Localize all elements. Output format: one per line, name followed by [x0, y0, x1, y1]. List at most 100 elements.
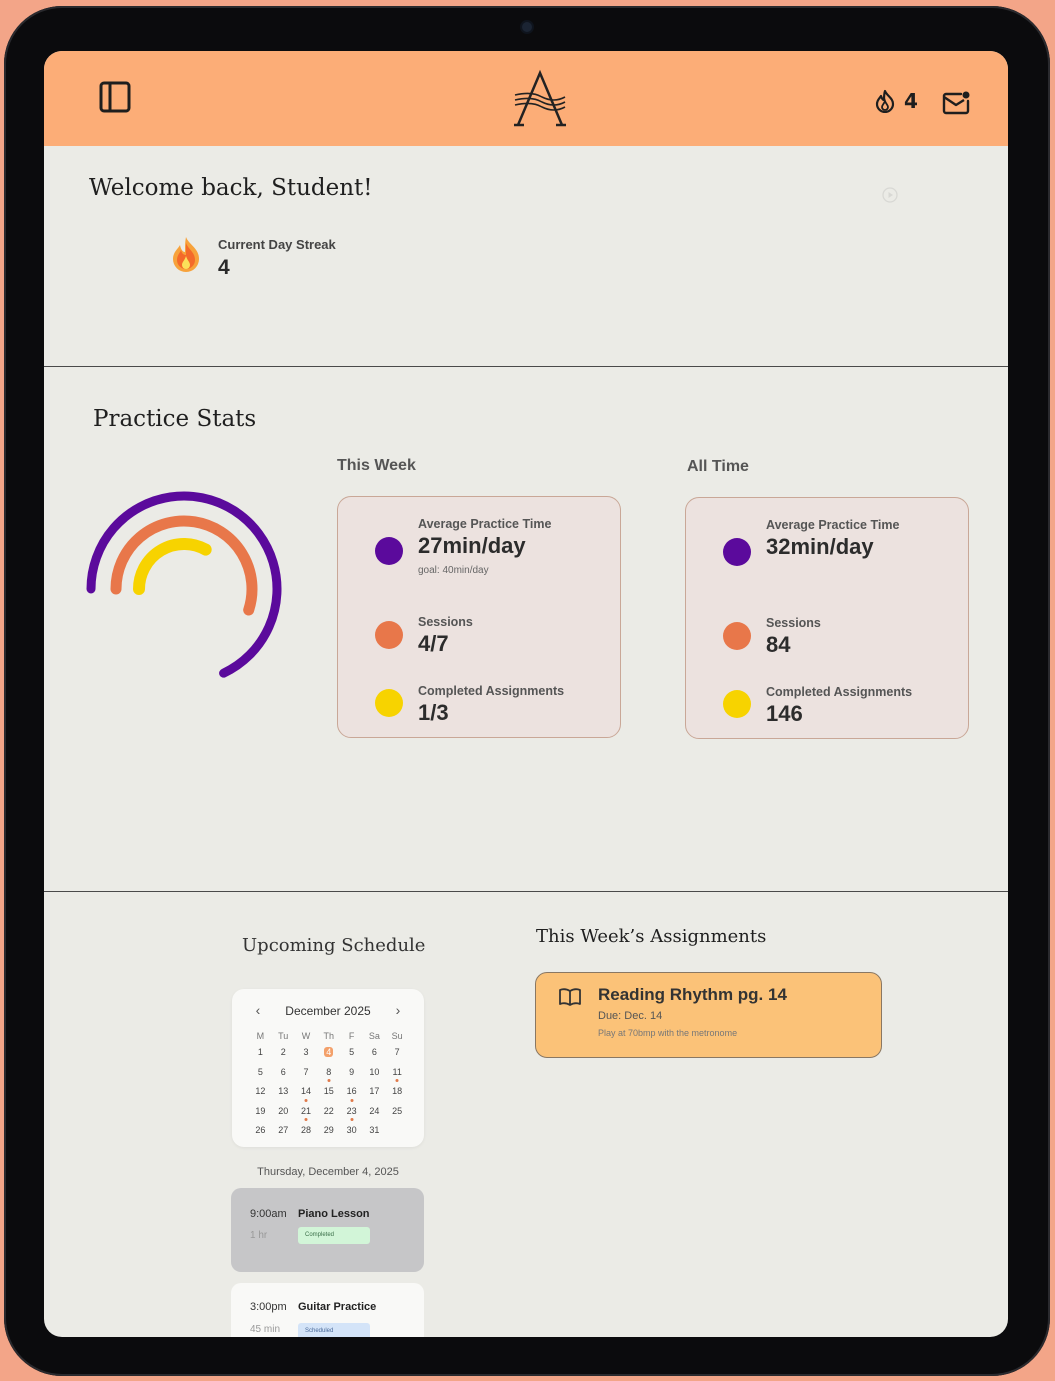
calendar-day-header: Sa [368, 1031, 380, 1041]
event-time: 3:00pm [250, 1301, 287, 1313]
calendar-day[interactable]: 17 [363, 1083, 386, 1103]
event-name: Piano Lesson [298, 1208, 370, 1220]
assignment-title: Reading Rhythm pg. 14 [598, 985, 787, 1004]
upcoming-schedule-title: Upcoming Schedule [242, 935, 426, 956]
calendar-day-header: Su [391, 1031, 403, 1041]
calendar-widget: ‹ December 2025 › M Tu W Th F Sa Su 1 2 3 4 5 6 7 5 6 7 8… [232, 989, 424, 1147]
calendar-day[interactable]: 27 [272, 1122, 295, 1142]
calendar-day-header: W [301, 1031, 311, 1041]
current-streak-card: Current Day Streak 4 [168, 235, 336, 280]
play-circle-icon[interactable] [882, 187, 898, 203]
calendar-day[interactable]: 24 [363, 1103, 386, 1123]
calendar-day[interactable]: 14 [295, 1083, 318, 1103]
assignments-title: This Week’s Assignments [536, 926, 767, 947]
assignments-value: 146 [766, 701, 803, 726]
app-screen: 4 Welcome back, Student! Current Day Str… [44, 51, 1008, 1337]
sessions-label: Sessions [418, 615, 473, 629]
yellow-dot [723, 690, 751, 718]
orange-dot [723, 622, 751, 650]
calendar-day[interactable]: 20 [272, 1103, 295, 1123]
sessions-value: 84 [766, 632, 791, 657]
book-icon [559, 988, 581, 1006]
calendar-day[interactable]: 18 [386, 1083, 409, 1103]
app-logo [514, 69, 566, 127]
calendar-day-header: F [348, 1031, 355, 1041]
event-name: Guitar Practice [298, 1301, 377, 1313]
calendar-day[interactable]: 10 [363, 1064, 386, 1084]
streak-flame-icon [173, 237, 199, 272]
calendar-day[interactable]: 28 [295, 1122, 318, 1142]
yellow-progress-ring [133, 538, 212, 595]
streak-label: Current Day Streak [218, 237, 336, 252]
calendar-day-header: Th [323, 1031, 335, 1041]
front-camera [522, 22, 532, 32]
flame-icon [875, 89, 895, 113]
calendar-day[interactable]: 19 [249, 1103, 272, 1123]
top-bar: 4 [44, 51, 1008, 146]
divider [44, 366, 1008, 367]
calendar-day[interactable]: 25 [386, 1103, 409, 1123]
assignments-label: Completed Assignments [766, 685, 913, 699]
assignments-value: 1/3 [418, 700, 449, 725]
event-card[interactable]: 9:00am Piano Lesson 1 hr Completed [231, 1188, 424, 1272]
calendar-day[interactable]: 11 [386, 1064, 409, 1084]
calendar-day[interactable]: 29 [317, 1122, 340, 1142]
calendar-day[interactable]: 1 [249, 1044, 272, 1064]
this-week-title: This Week [337, 457, 416, 474]
calendar-day[interactable]: 7 [295, 1064, 318, 1084]
avg-practice-value: 27min/day [418, 533, 526, 558]
sidebar-toggle-icon[interactable] [99, 81, 131, 113]
status-badge: Scheduled [298, 1323, 370, 1337]
divider [44, 891, 1008, 892]
assignments-label: Completed Assignments [418, 684, 565, 698]
calendar-day[interactable]: 15 [317, 1083, 340, 1103]
practice-stats-title: Practice Stats [93, 406, 257, 432]
mail-notification-icon[interactable] [942, 89, 970, 117]
calendar-day[interactable]: 5 [340, 1044, 363, 1064]
streak-value: 4 [218, 256, 230, 279]
calendar-day[interactable]: 2 [272, 1044, 295, 1064]
header-streak[interactable]: 4 [874, 89, 918, 113]
calendar-day[interactable]: 4 [317, 1044, 340, 1064]
calendar-day[interactable]: 9 [340, 1064, 363, 1084]
orange-progress-ring [110, 515, 258, 616]
event-time: 9:00am [250, 1208, 287, 1220]
calendar-day-header: Tu [278, 1031, 289, 1041]
calendar-day[interactable]: 6 [363, 1044, 386, 1064]
header-streak-count: 4 [904, 89, 918, 113]
status-badge: Completed [298, 1227, 370, 1244]
calendar-day-header: M [256, 1031, 265, 1041]
sessions-value: 4/7 [418, 631, 449, 656]
calendar-day[interactable]: 30 [340, 1122, 363, 1142]
calendar-day[interactable]: 6 [272, 1064, 295, 1084]
event-card[interactable]: 3:00pm Guitar Practice 45 min Scheduled [231, 1283, 424, 1337]
calendar-day [386, 1122, 409, 1142]
sessions-label: Sessions [766, 616, 821, 630]
yellow-dot [375, 689, 403, 717]
assignment-card[interactable]: Reading Rhythm pg. 14 Due: Dec. 14 Play … [535, 972, 882, 1058]
calendar-day[interactable]: 31 [363, 1122, 386, 1142]
all-time-title: All Time [687, 458, 749, 475]
calendar-day[interactable]: 5 [249, 1064, 272, 1084]
calendar-next-button[interactable]: › [388, 1001, 408, 1019]
calendar-day[interactable]: 22 [317, 1103, 340, 1123]
selected-date-heading: Thursday, December 4, 2025 [257, 1166, 399, 1178]
calendar-day[interactable]: 12 [249, 1083, 272, 1103]
calendar-day[interactable]: 7 [386, 1044, 409, 1064]
calendar-day[interactable]: 8 [317, 1064, 340, 1084]
calendar-grid: M Tu W Th F Sa Su 1 2 3 4 5 6 7 5 6 7 8 9 10 11 12 13 14 15 16 17 1… [249, 1028, 409, 1142]
event-duration: 45 min [250, 1324, 281, 1335]
calendar-day[interactable]: 21 [295, 1103, 318, 1123]
orange-dot [375, 621, 403, 649]
assignment-note: Play at 70bmp with the metronome [598, 1028, 738, 1038]
purple-dot [723, 538, 751, 566]
calendar-day[interactable]: 3 [295, 1044, 318, 1064]
calendar-day[interactable]: 23 [340, 1103, 363, 1123]
calendar-day[interactable]: 13 [272, 1083, 295, 1103]
purple-dot [375, 537, 403, 565]
calendar-day[interactable]: 26 [249, 1122, 272, 1142]
calendar-day[interactable]: 16 [340, 1083, 363, 1103]
avg-practice-goal: goal: 40min/day [418, 565, 489, 576]
avg-practice-label: Average Practice Time [418, 517, 552, 531]
this-week-stats-card: Average Practice Time 27min/day goal: 40… [337, 496, 621, 738]
